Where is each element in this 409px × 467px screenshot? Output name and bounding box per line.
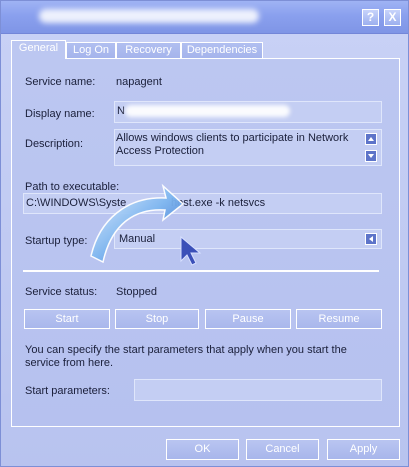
start-parameters-label: Start parameters:	[25, 385, 110, 397]
start-parameters-input[interactable]	[134, 379, 382, 401]
stop-button[interactable]: Stop	[115, 309, 199, 329]
description-label: Description:	[25, 138, 84, 150]
cancel-button[interactable]: Cancel	[246, 439, 319, 460]
tab-dependencies[interactable]: Dependencies	[181, 42, 263, 58]
dropdown-arrow-icon[interactable]	[365, 233, 377, 245]
tab-recovery[interactable]: Recovery	[116, 42, 181, 58]
display-name-value: N	[117, 105, 125, 117]
scroll-down-icon[interactable]	[365, 150, 377, 162]
help-button[interactable]: ?	[362, 9, 379, 26]
description-value: Allows windows clients to participate in…	[116, 132, 349, 157]
close-button[interactable]: X	[384, 9, 401, 26]
service-name-value: napagent	[116, 76, 162, 88]
tab-log-on[interactable]: Log On	[66, 42, 116, 58]
mouse-cursor-icon	[180, 235, 202, 266]
display-name-label: Display name:	[25, 108, 95, 120]
pause-button[interactable]: Pause	[205, 309, 291, 329]
resume-button[interactable]: Resume	[296, 309, 382, 329]
title-bar: ? X	[1, 1, 408, 34]
scroll-up-icon[interactable]	[365, 133, 377, 145]
apply-button[interactable]: Apply	[327, 439, 400, 460]
startup-type-label: Startup type:	[25, 235, 88, 247]
redacted-window-title	[39, 9, 259, 23]
service-name-label: Service name:	[25, 76, 96, 88]
tab-general[interactable]: General	[11, 40, 66, 59]
service-status-label: Service status:	[25, 286, 98, 298]
redacted-display-name	[125, 105, 290, 117]
service-properties-window: ? X General Log On Recovery Dependencies…	[0, 0, 409, 467]
service-status-value: Stopped	[116, 286, 157, 298]
start-button[interactable]: Start	[24, 309, 110, 329]
start-parameters-note: You can specify the start parameters tha…	[25, 344, 347, 369]
ok-button[interactable]: OK	[166, 439, 239, 460]
